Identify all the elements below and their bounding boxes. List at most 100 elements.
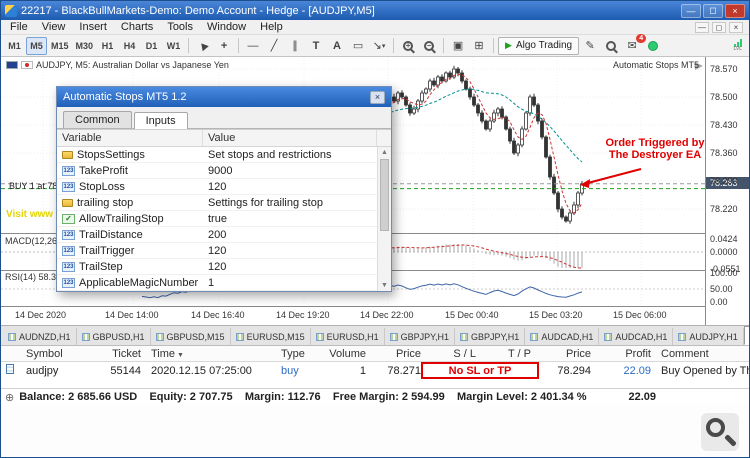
price-scale-label: 78.360 [710, 148, 738, 158]
timeframe-w1[interactable]: W1 [163, 37, 184, 55]
scroll-up-icon[interactable]: ▲ [378, 147, 391, 158]
panel-divider[interactable] [1, 306, 749, 307]
price-scale-label: 78.430 [710, 120, 738, 130]
dialog-tab-inputs[interactable]: Inputs [133, 112, 188, 129]
dialog-column-variable[interactable]: Variable [57, 130, 203, 146]
algo-trading-button[interactable]: ▶ Algo Trading [498, 36, 580, 55]
trade-column-7-t-p[interactable]: T / P [481, 348, 536, 360]
new-chart-button[interactable]: ▣ [448, 37, 468, 55]
trade-column-9-profit[interactable]: Profit [596, 348, 656, 360]
cursor-tool-button[interactable] [193, 37, 213, 55]
crosshair-tool-button[interactable]: + [214, 37, 234, 55]
restore-button[interactable]: ◻ [703, 3, 723, 18]
shapes-tool-button[interactable]: ▭ [348, 37, 368, 55]
chart-tab-2-gbpusd-m15[interactable]: GBPUSD,M15 [150, 328, 231, 345]
timeframe-h4[interactable]: H4 [119, 37, 140, 55]
timeframe-d1[interactable]: D1 [141, 37, 162, 55]
zoom-in-button[interactable]: + [398, 37, 418, 55]
arrows-tool-button[interactable]: ↘ ▾ [369, 37, 389, 55]
chart-tab-7-audcad-h1[interactable]: AUDCAD,H1 [525, 328, 600, 345]
chart-tab-10-audjpy-m5[interactable]: AUDJPY,M5 [743, 326, 749, 345]
param-row-trailstep[interactable]: 123 TrailStep 120 [57, 259, 377, 275]
dialog-tab-common[interactable]: Common [63, 111, 132, 128]
param-row-stoploss[interactable]: 123 StopLoss 120 [57, 179, 377, 195]
scrollbar-thumb[interactable] [380, 159, 389, 231]
price-scale-label: 78.220 [710, 204, 738, 214]
menu-item-view[interactable]: View [35, 20, 73, 35]
chart-tab-5-gbpjpy-h1[interactable]: GBPJPY,H1 [384, 328, 455, 345]
param-row-trailing-stop[interactable]: trailing stop Settings for trailing stop [57, 195, 377, 211]
param-value: 9000 [208, 164, 233, 177]
price-scale[interactable]: 78.283 78.570 78.500 78.430 78.360 78.290 78.… [705, 57, 749, 325]
param-row-allowtrailingstop[interactable]: ✓ AllowTrailingStop true [57, 211, 377, 227]
close-button[interactable]: × [725, 3, 745, 18]
number-icon: 123 [62, 181, 75, 192]
search-button[interactable] [601, 37, 621, 55]
param-row-traildistance[interactable]: 123 TrailDistance 200 [57, 227, 377, 243]
zoom-out-button[interactable]: − [419, 37, 439, 55]
chart-tab-1-gbpusd-h1[interactable]: GBPUSD,H1 [76, 328, 151, 345]
chart-tab-label: GBPJPY,H1 [470, 331, 520, 342]
number-icon: 123 [62, 165, 75, 176]
timeframe-h1[interactable]: H1 [97, 37, 118, 55]
label-tool-button[interactable]: A [327, 37, 347, 55]
dialog-column-value[interactable]: Value [203, 130, 377, 146]
toolbar-separator [188, 38, 190, 53]
param-row-takeprofit[interactable]: 123 TakeProfit 9000 [57, 163, 377, 179]
scroll-down-icon[interactable]: ▼ [378, 280, 391, 291]
chart-close-button[interactable]: × [729, 21, 743, 33]
menu-item-file[interactable]: File [3, 20, 35, 35]
dialog-close-button[interactable]: × [370, 90, 385, 104]
connection-level-indicator[interactable]: LVL [733, 39, 742, 52]
dialog-title-bar[interactable]: Automatic Stops MT5 1.2 × [57, 87, 391, 107]
chart-tab-0-audnzd-h1[interactable]: AUDNZD,H1 [3, 328, 77, 345]
ea-name-label: Automatic Stops MT5 [612, 60, 699, 70]
time-axis[interactable]: 14 Dec 2020 14 Dec 14:00 14 Dec 16:40 14 De… [1, 308, 705, 325]
timeframe-m1[interactable]: M1 [4, 37, 25, 55]
time-axis-label: 15 Dec 03:20 [529, 310, 583, 320]
trade-row[interactable]: audjpy 55144 2020.12.15 07:25:00 buy 1 78.271… [1, 362, 749, 379]
trade-column-1-ticket[interactable]: Ticket [91, 348, 146, 360]
chart-tab-4-eurusd-h1[interactable]: EURUSD,H1 [310, 328, 385, 345]
param-row-trailtrigger[interactable]: 123 TrailTrigger 120 [57, 243, 377, 259]
magnifier-icon[interactable] [701, 413, 739, 451]
chart-tab-6-gbpjpy-h1[interactable]: GBPJPY,H1 [454, 328, 526, 345]
chart-restore-button[interactable]: ◻ [712, 21, 726, 33]
channel-tool-button[interactable]: ∥ [285, 37, 305, 55]
trade-column-5-price[interactable]: Price [371, 348, 426, 360]
trade-column-2-time[interactable]: Time ▼ [146, 348, 276, 360]
chart-tab-8-audcad-h1[interactable]: AUDCAD,H1 [599, 328, 674, 345]
trade-column-10-comment[interactable]: Comment [656, 348, 749, 360]
timeframe-m30[interactable]: M30 [73, 37, 97, 55]
menu-item-insert[interactable]: Insert [72, 20, 114, 35]
timeframe-m5[interactable]: M5 [26, 36, 47, 55]
mini-chart-icon [389, 332, 398, 341]
price-scale-label: 78.500 [710, 92, 738, 102]
trendline-tool-button[interactable]: ╱ [264, 37, 284, 55]
mt5-window: 22217 - BlackBullMarkets-Demo: Demo Acco… [0, 0, 750, 458]
dialog-scrollbar[interactable]: ▲ ▼ [377, 147, 391, 291]
trade-column-3-type[interactable]: Type [276, 348, 321, 360]
param-row-stopssettings[interactable]: StopsSettings Set stops and restrictions [57, 147, 377, 163]
param-variable: StopsSettings [57, 149, 203, 161]
chart-minimize-button[interactable]: — [695, 21, 709, 33]
tile-windows-button[interactable]: ⊞ [469, 37, 489, 55]
hline-tool-button[interactable]: — [243, 37, 263, 55]
text-tool-button[interactable]: T [306, 37, 326, 55]
menu-item-window[interactable]: Window [200, 20, 253, 35]
menu-item-tools[interactable]: Tools [160, 20, 200, 35]
trade-column-8-price[interactable]: Price [536, 348, 596, 360]
menu-item-charts[interactable]: Charts [114, 20, 160, 35]
trade-column-0-symbol[interactable]: Symbol [21, 348, 91, 360]
notifications-button[interactable]: ✉ 4 [622, 33, 647, 55]
minimize-button[interactable]: — [681, 3, 701, 18]
profile-button[interactable] [643, 37, 663, 55]
chart-tab-3-eurusd-m15[interactable]: EURUSD,M15 [230, 328, 311, 345]
param-row-applicablemagicnumber[interactable]: 123 ApplicableMagicNumber 1 [57, 275, 377, 291]
timeframe-m15[interactable]: M15 [48, 37, 72, 55]
menu-item-help[interactable]: Help [253, 20, 290, 35]
trade-column-4-volume[interactable]: Volume [321, 348, 371, 360]
chart-edit-button[interactable]: ✎ [580, 37, 600, 55]
trade-column-6-s-l[interactable]: S / L [426, 348, 481, 360]
chart-tab-9-audjpy-h1[interactable]: AUDJPY,H1 [673, 328, 744, 345]
